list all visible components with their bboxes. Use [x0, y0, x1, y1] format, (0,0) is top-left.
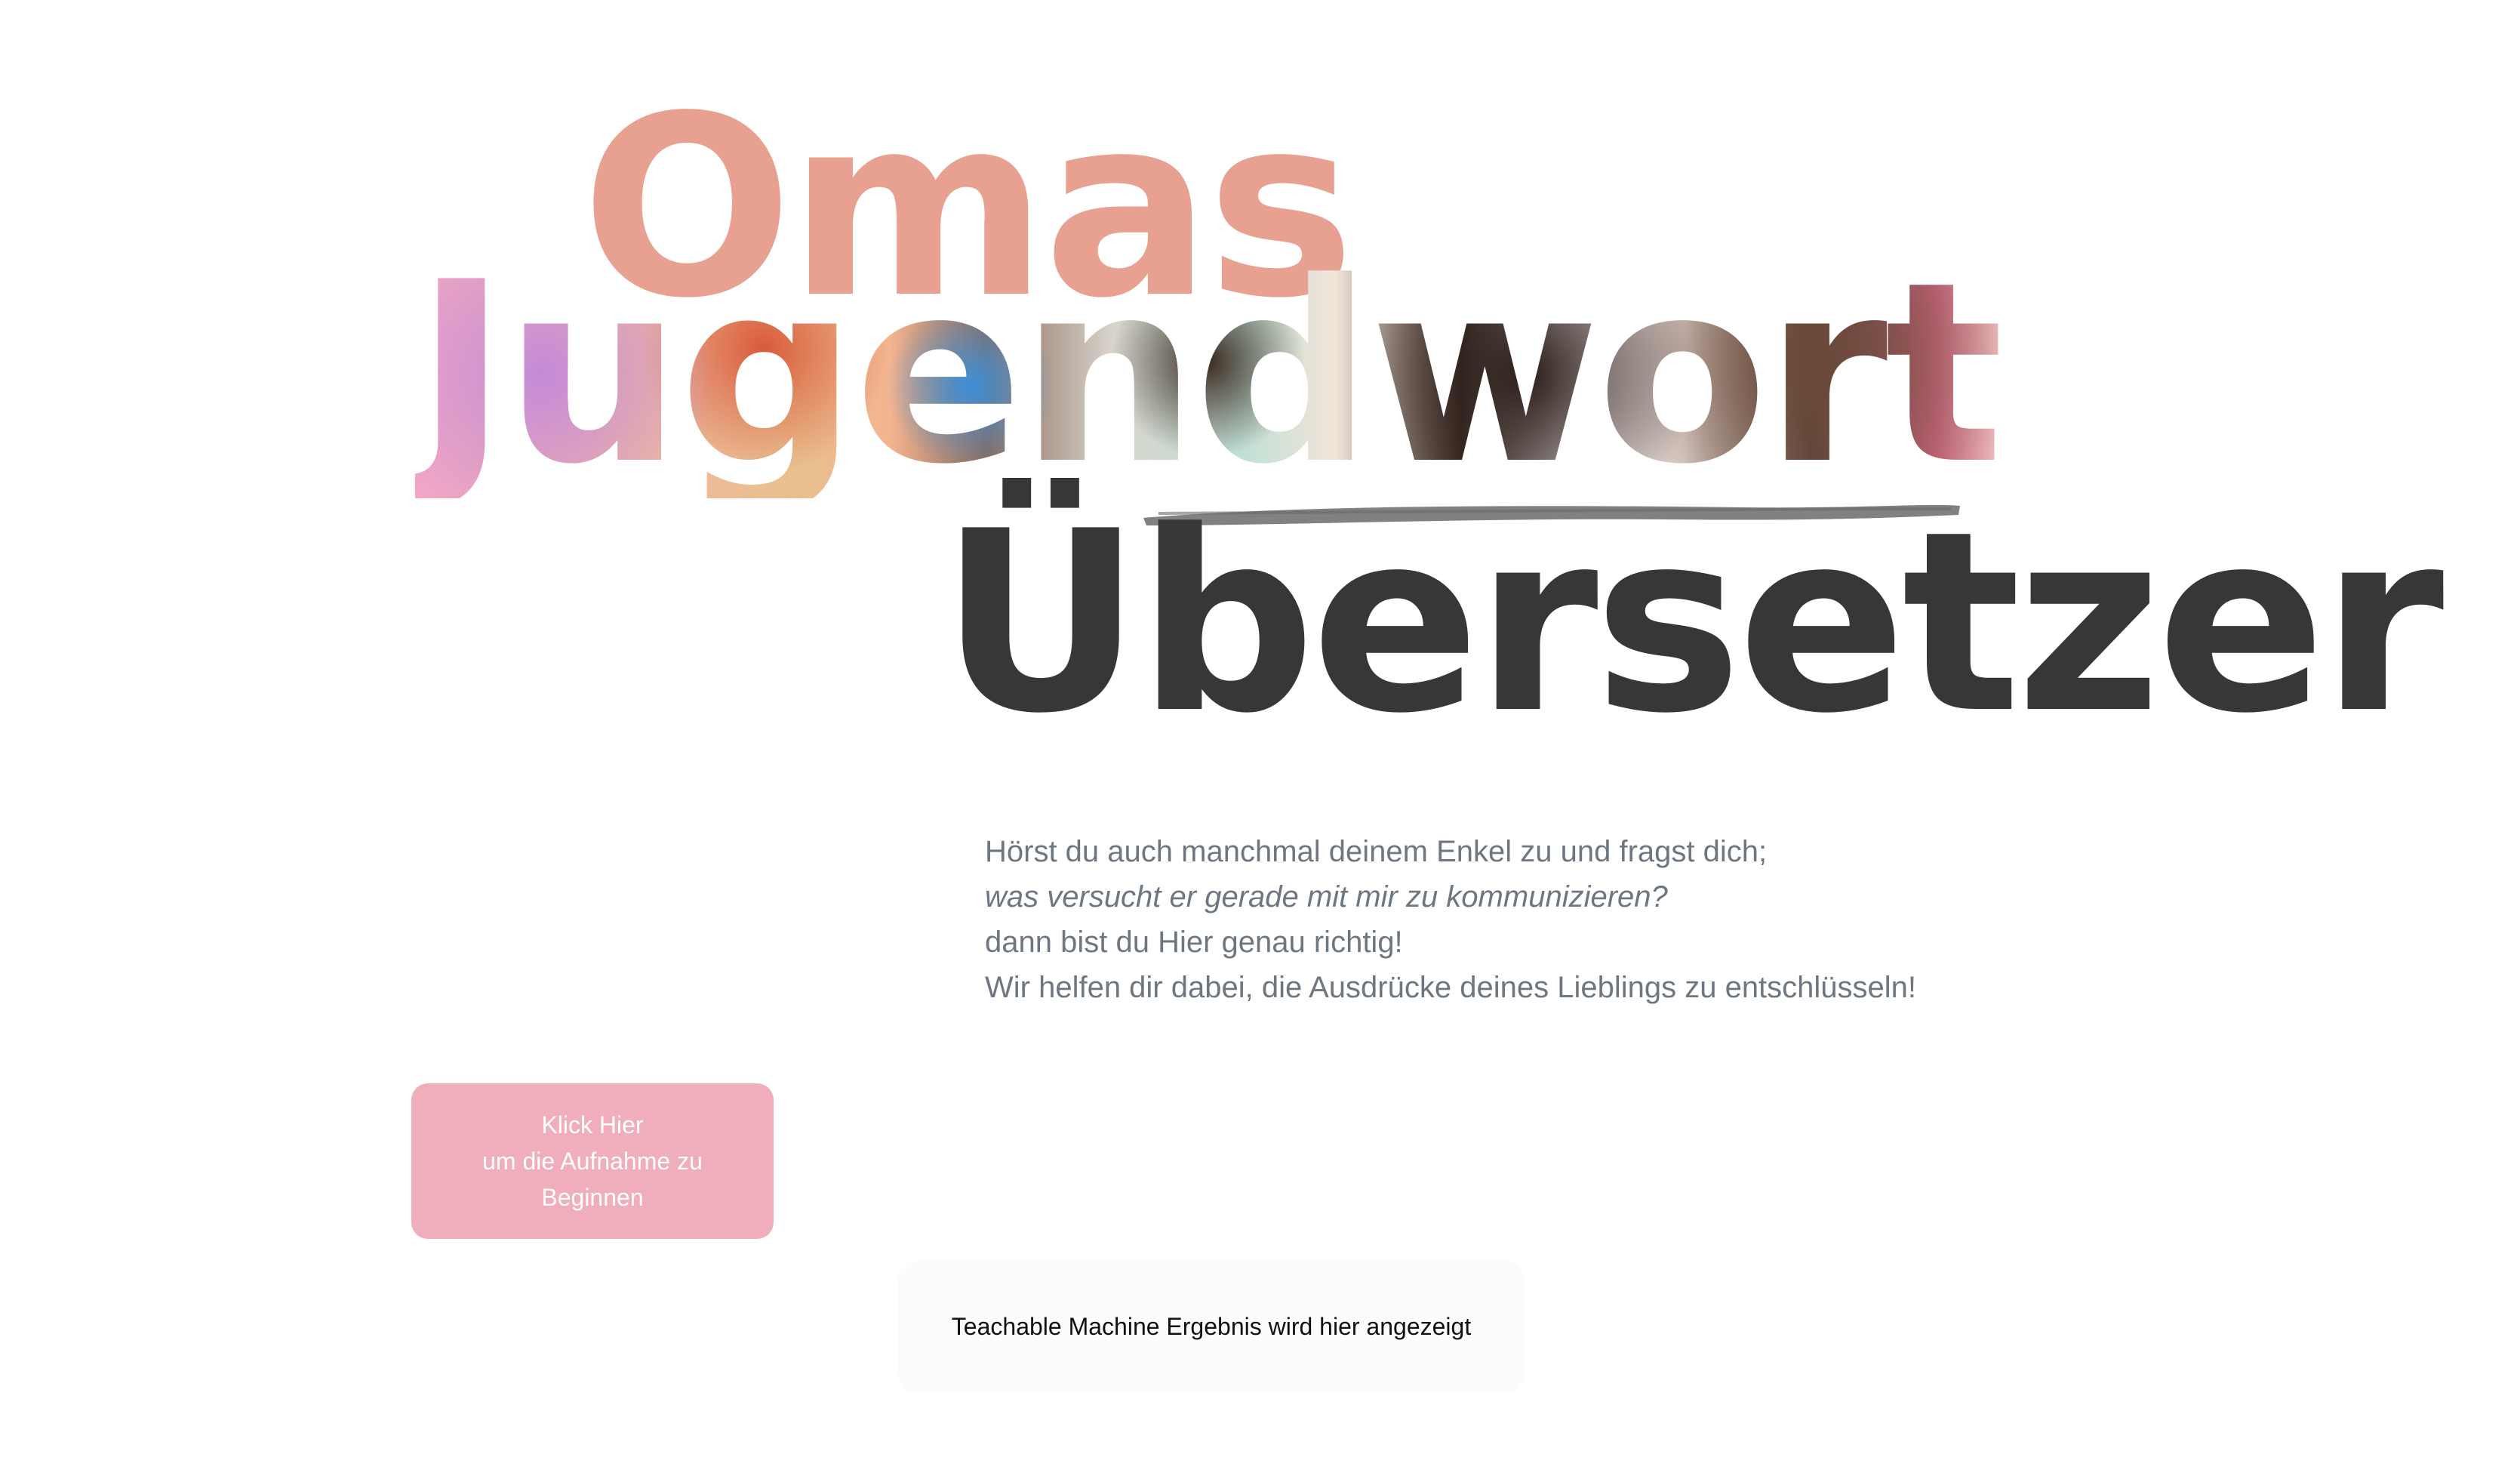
result-box: Teachable Machine Ergebnis wird hier ang…: [898, 1261, 1525, 1393]
title-jugendwort: Jugendwort: [415, 229, 2001, 519]
intro-line-2: was versucht er gerade mit mir zu kommun…: [985, 880, 1668, 914]
intro-text: Hörst du auch manchmal deinem Enkel zu u…: [985, 829, 1916, 1010]
title-uebersetzer: Übersetzer: [940, 478, 2444, 768]
record-button-line-2: um die Aufnahme zu: [482, 1148, 703, 1175]
intro-line-3: dann bist du Hier genau richtig!: [985, 926, 1403, 959]
intro-line-1: Hörst du auch manchmal deinem Enkel zu u…: [985, 835, 1768, 868]
start-recording-button[interactable]: Klick Hier um die Aufnahme zu Beginnen: [411, 1083, 774, 1239]
result-text: Teachable Machine Ergebnis wird hier ang…: [951, 1313, 1472, 1340]
intro-line-4: Wir helfen dir dabei, die Ausdrücke dein…: [985, 971, 1917, 1004]
record-button-line-1: Klick Hier: [541, 1111, 644, 1138]
record-button-line-3: Beginnen: [541, 1184, 644, 1211]
